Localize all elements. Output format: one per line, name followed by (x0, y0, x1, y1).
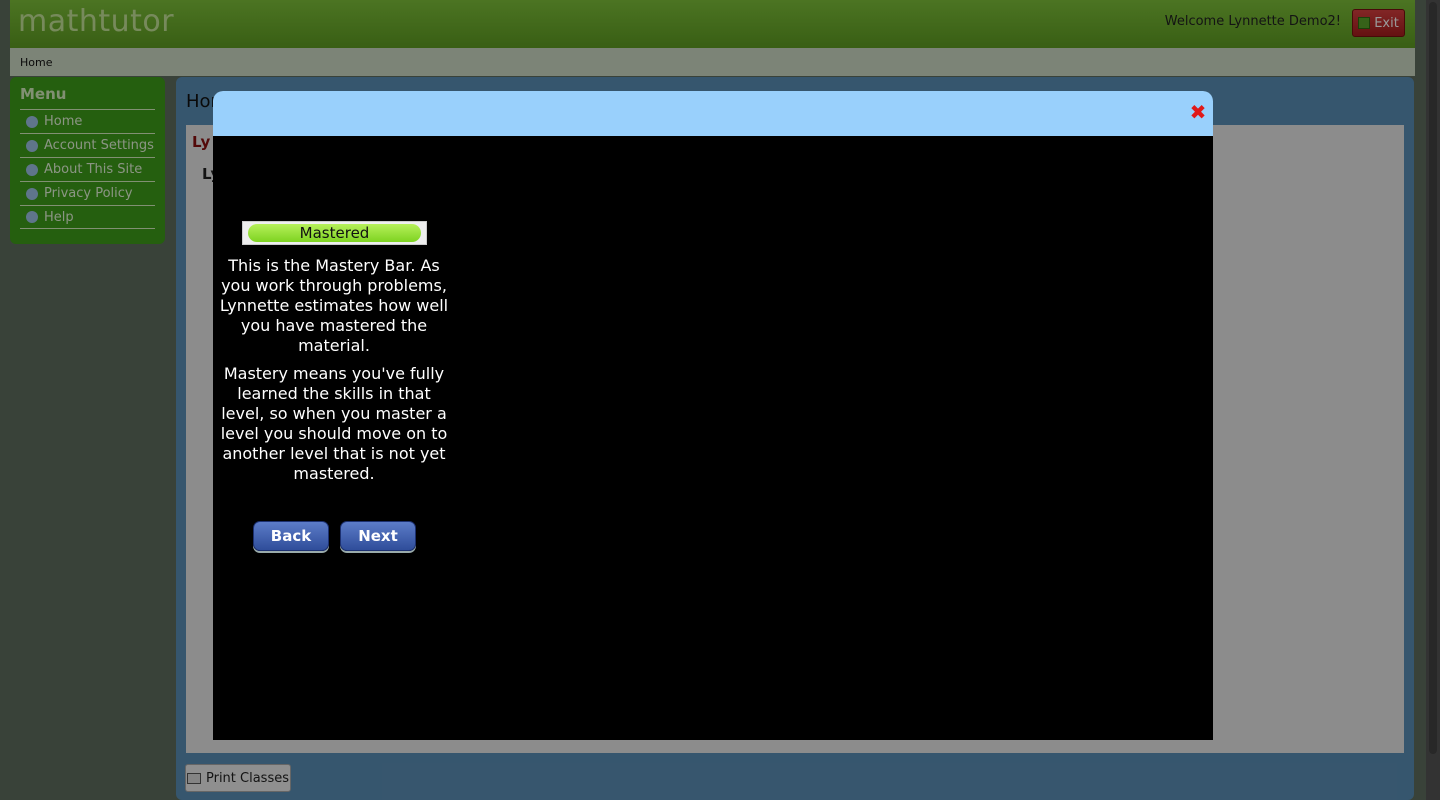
modal-body: Mastered This is the Mastery Bar. As you… (213, 136, 1213, 740)
tour-text: This is the Mastery Bar. As you work thr… (218, 256, 450, 492)
tour-paragraph-2: Mastery means you've fully learned the s… (220, 364, 448, 483)
tour-nav: Back Next (253, 521, 416, 551)
mastery-bar-label: Mastered (248, 224, 421, 242)
mastery-bar: Mastered (242, 221, 427, 245)
modal-header: ✖ (213, 91, 1213, 136)
close-icon[interactable]: ✖ (1189, 102, 1207, 122)
next-button[interactable]: Next (340, 521, 416, 551)
back-button[interactable]: Back (253, 521, 329, 551)
tour-modal: ✖ Mastered This is the Mastery Bar. As y… (213, 91, 1213, 740)
tour-paragraph-1: This is the Mastery Bar. As you work thr… (219, 256, 449, 355)
